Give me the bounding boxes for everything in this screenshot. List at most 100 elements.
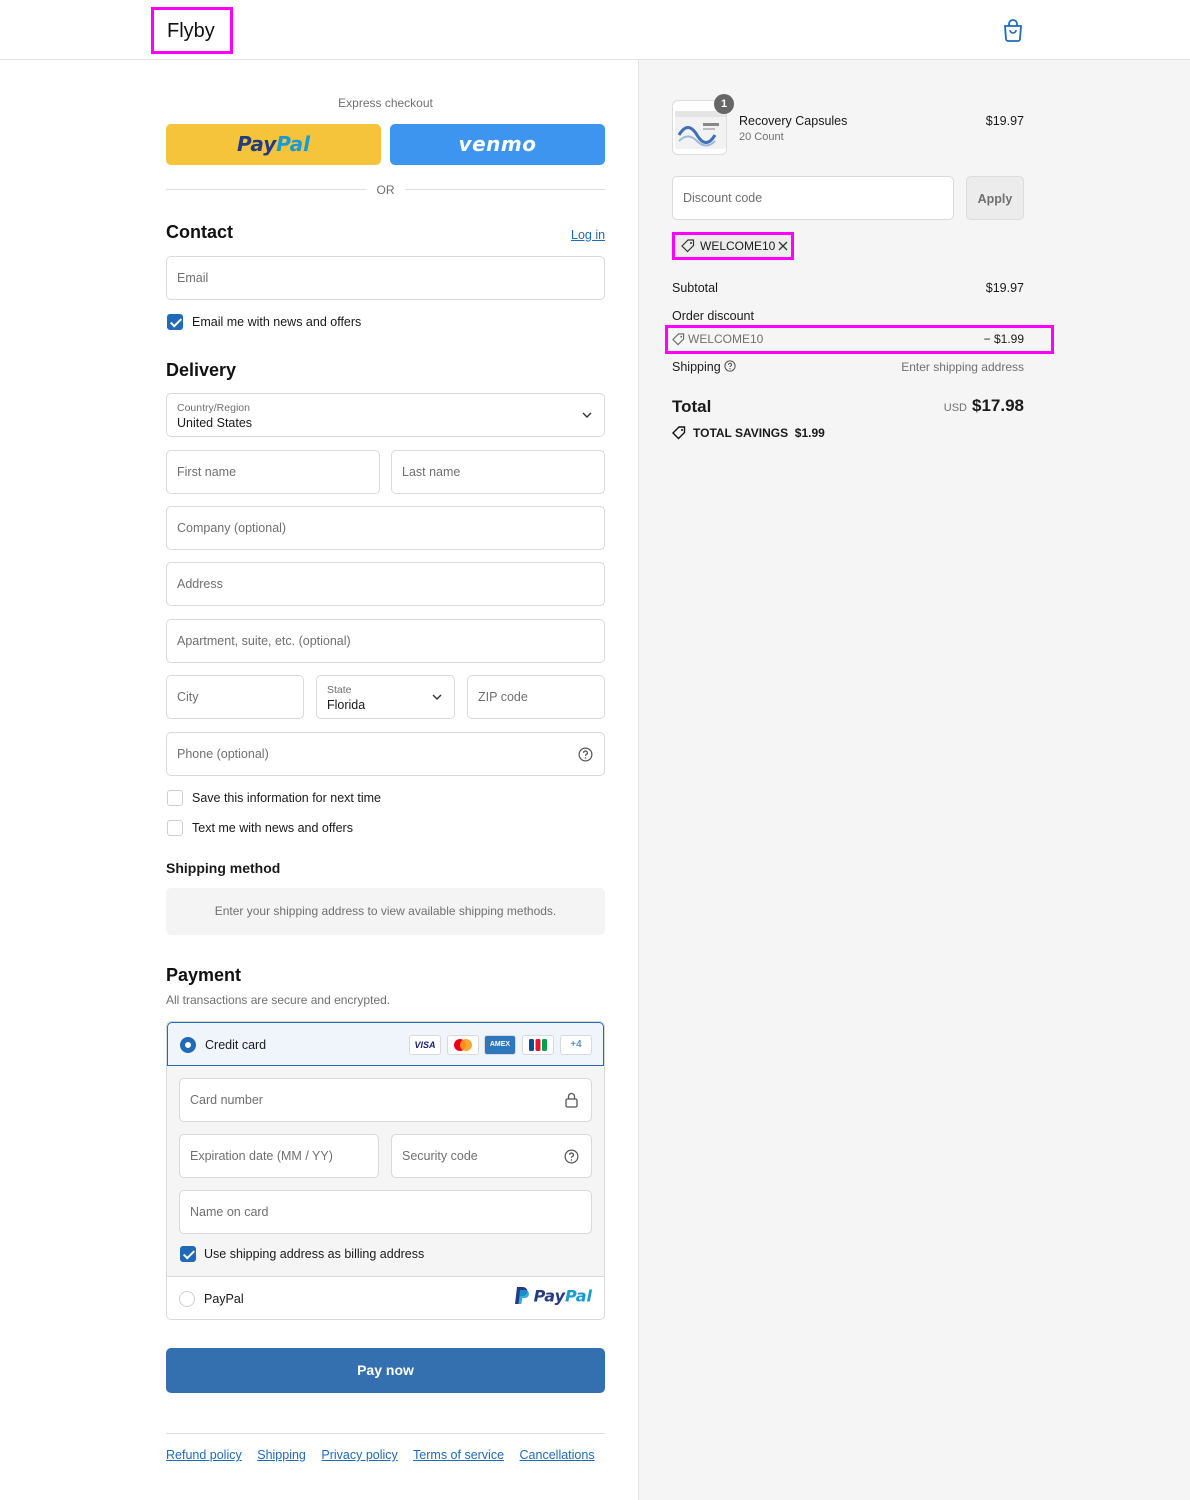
paypal-radio[interactable] [179,1291,195,1307]
footer-links: Refund policy Shipping Privacy policy Te… [166,1448,607,1462]
state-label: State [327,684,352,696]
card-number-field[interactable]: Card number [179,1078,592,1122]
apartment-placeholder: Apartment, suite, etc. (optional) [177,634,351,648]
discount-code-label: WELCOME10 [688,332,764,346]
close-icon[interactable] [778,241,788,251]
save-info-checkbox[interactable] [167,790,183,806]
tag-icon [672,333,685,346]
discount-code-field[interactable]: Discount code [672,176,954,220]
shipping-label: Shipping [672,360,721,374]
expiration-placeholder: Expiration date (MM / YY) [190,1149,333,1163]
express-checkout-title: Express checkout [338,96,433,110]
country-value: United States [177,416,253,430]
email-news-checkbox[interactable] [167,314,183,330]
shopping-bag-icon[interactable] [1002,18,1024,42]
footer-divider [166,1433,605,1434]
currency-label: USD [943,402,967,414]
more-cards-badge: +4 [560,1035,592,1055]
name-on-card-placeholder: Name on card [190,1205,269,1219]
email-placeholder: Email [177,271,209,285]
billing-same-checkbox[interactable] [180,1246,196,1262]
venmo-express-button[interactable]: venmo [390,124,605,165]
credit-card-option[interactable]: Credit card VISA AMEX +4 [167,1022,604,1066]
paypal-option[interactable]: PayPal PayPal [167,1276,604,1319]
company-placeholder: Company (optional) [177,521,287,535]
help-circle-icon[interactable] [578,747,593,762]
subtotal-value: $19.97 [985,281,1024,295]
city-field[interactable]: City [166,675,304,719]
order-summary-panel [638,60,1190,1500]
total-amount: USD $17.98 [860,396,1024,416]
total-label: Total [672,397,712,416]
billing-same-label: Use shipping address as billing address [204,1247,425,1261]
city-placeholder: City [177,690,199,704]
login-link[interactable]: Log in [571,228,605,242]
first-name-field[interactable]: First name [166,450,380,494]
paypal-express-button[interactable]: PayPal [166,124,381,165]
brand-name: Flyby [167,20,215,42]
amex-icon: AMEX [484,1035,516,1055]
visa-icon: VISA [409,1035,441,1055]
shipping-value: Enter shipping address [901,360,1024,374]
email-news-label: Email me with news and offers [192,315,362,329]
discount-value: − $1.99 [983,332,1024,346]
applied-discount-chip: WELCOME10 [672,232,794,260]
help-circle-icon[interactable] [564,1149,579,1164]
phone-placeholder: Phone (optional) [177,747,269,761]
quantity-badge: 1 [714,94,734,114]
last-name-field[interactable]: Last name [391,450,605,494]
paypal-logo: PayPal [236,132,311,156]
paypal-logo: PayPal [514,1286,592,1310]
company-field[interactable]: Company (optional) [166,506,605,550]
zip-field[interactable]: ZIP code [467,675,605,719]
jcb-icon [522,1035,554,1055]
paypal-p-icon [514,1287,529,1304]
discount-code-placeholder: Discount code [683,191,763,205]
total-savings-label: TOTAL SAVINGS [693,426,789,440]
or-label: OR [376,183,395,197]
product-name: Recovery Capsules [739,114,848,128]
privacy-policy-link[interactable]: Privacy policy [321,1448,397,1462]
paypal-label: PayPal [204,1292,244,1306]
payment-subtitle: All transactions are secure and encrypte… [166,993,391,1007]
country-select[interactable]: Country/Region United States [166,393,605,437]
help-circle-icon[interactable] [724,360,736,372]
cancellations-link[interactable]: Cancellations [520,1448,595,1462]
shipping-method-message: Enter your shipping address to view avai… [166,888,605,935]
lock-icon [565,1092,578,1108]
address-field[interactable]: Address [166,562,605,606]
chevron-down-icon [432,694,442,700]
apply-button[interactable]: Apply [966,176,1024,220]
email-field[interactable]: Email [166,256,605,300]
apartment-field[interactable]: Apartment, suite, etc. (optional) [166,619,605,663]
or-divider-right [405,189,605,190]
order-discount-label: Order discount [672,309,754,323]
security-code-placeholder: Security code [402,1149,478,1163]
discount-line-highlight: WELCOME10 − $1.99 [665,325,1054,354]
brand-logo[interactable]: Flyby [151,7,233,54]
security-code-field[interactable]: Security code [391,1134,592,1178]
country-label: Country/Region [177,402,250,414]
chevron-down-icon [582,412,592,418]
card-number-placeholder: Card number [190,1093,263,1107]
state-value: Florida [327,698,366,712]
payment-options: Credit card VISA AMEX +4 Card number Exp… [166,1021,605,1320]
tag-icon [681,239,695,253]
credit-card-radio[interactable] [180,1037,196,1053]
total-savings: TOTAL SAVINGS $1.99 [693,426,825,440]
state-select[interactable]: State Florida [316,675,455,719]
product-price: $19.97 [985,114,1024,128]
refund-policy-link[interactable]: Refund policy [166,1448,242,1462]
zip-placeholder: ZIP code [478,690,528,704]
pay-now-button[interactable]: Pay now [166,1348,605,1393]
phone-field[interactable]: Phone (optional) [166,732,605,776]
top-header: Flyby [0,0,1190,60]
text-me-checkbox[interactable] [167,820,183,836]
name-on-card-field[interactable]: Name on card [179,1190,592,1234]
expiration-field[interactable]: Expiration date (MM / YY) [179,1134,379,1178]
save-info-label: Save this information for next time [192,791,381,805]
address-placeholder: Address [177,577,223,591]
terms-of-service-link[interactable]: Terms of service [413,1448,504,1462]
product-variant: 20 Count [739,131,784,143]
shipping-link[interactable]: Shipping [257,1448,306,1462]
